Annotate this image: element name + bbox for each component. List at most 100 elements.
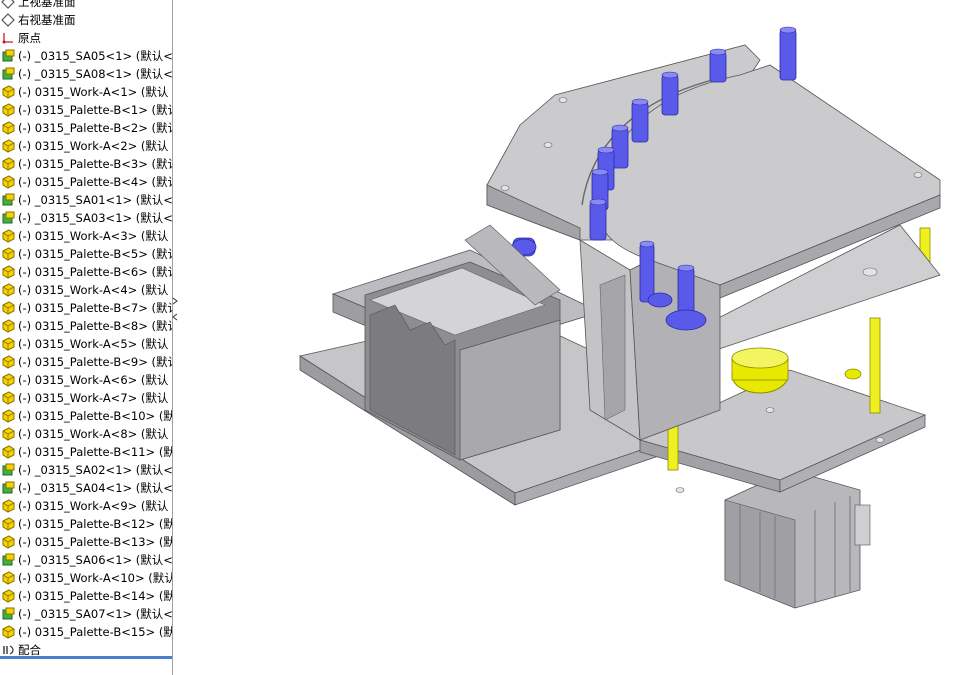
subassembly-icon <box>2 553 15 566</box>
part-icon <box>2 391 15 405</box>
tree-item-label: 右视基准面 <box>18 13 76 27</box>
tree-item[interactable]: (-) 0315_Work-A<4> (默认 <box>0 281 172 299</box>
tree-item-label: (-) _0315_SA08<1> (默认<默 <box>18 67 172 81</box>
tree-item[interactable]: (-) 0315_Palette-B<8> (默认 <box>0 317 172 335</box>
tree-item-label: (-) 0315_Palette-B<10> (默 <box>18 409 172 423</box>
assembly-model-view[interactable] <box>178 0 958 675</box>
tree-item-label: (-) 0315_Palette-B<4> (默认 <box>18 175 172 189</box>
tree-item-label: (-) _0315_SA06<1> (默认<默 <box>18 553 172 567</box>
tree-item[interactable]: (-) 0315_Work-A<1> (默认 <box>0 83 172 101</box>
tree-item-label: (-) 0315_Palette-B<1> (默认 <box>18 103 172 117</box>
feature-tree: 上视基准面右视基准面原点 (-) _0315_SA05<1> (默认<默 (-) _… <box>0 0 173 675</box>
subassembly-icon <box>2 607 15 620</box>
tree-item[interactable]: (-) 0315_Work-A<2> (默认 <box>0 137 172 155</box>
mates-icon <box>3 645 14 655</box>
tree-item[interactable]: (-) 0315_Palette-B<13> (默 <box>0 533 172 551</box>
part-icon <box>2 337 15 351</box>
tree-item[interactable]: (-) 0315_Palette-B<12> (默 <box>0 515 172 533</box>
tree-item-label: (-) _0315_SA01<1> (默认<默 <box>18 193 172 207</box>
part-icon <box>2 373 15 387</box>
tree-item[interactable]: (-) 0315_Palette-B<5> (默认 <box>0 245 172 263</box>
tree-item[interactable]: (-) 0315_Work-A<6> (默认 <box>0 371 172 389</box>
tree-item-label: (-) 0315_Work-A<9> (默认 <box>18 499 169 513</box>
tree-item[interactable]: (-) 0315_Palette-B<10> (默 <box>0 407 172 425</box>
plane-icon <box>1 0 15 9</box>
tree-item[interactable]: (-) 0315_Work-A<10> (默认 <box>0 569 172 587</box>
tree-item-label: (-) _0315_SA02<1> (默认<默 <box>18 463 172 477</box>
tree-item[interactable]: (-) 0315_Palette-B<3> (默认 <box>0 155 172 173</box>
tree-item[interactable]: (-) 0315_Palette-B<14> (默 <box>0 587 172 605</box>
tree-item-label: (-) 0315_Work-A<1> (默认 <box>18 85 169 99</box>
tree-item-label: (-) 0315_Palette-B<12> (默 <box>18 517 172 531</box>
part-icon <box>2 139 15 153</box>
part-icon <box>2 301 15 315</box>
part-icon <box>2 427 15 441</box>
tree-item[interactable]: (-) _0315_SA03<1> (默认<默 <box>0 209 172 227</box>
part-icon <box>2 229 15 243</box>
tree-item-label: (-) _0315_SA07<1> (默认<默 <box>18 607 172 621</box>
part-icon <box>2 589 15 603</box>
part-icon <box>2 409 15 423</box>
tree-item-label: (-) 0315_Palette-B<9> (默认 <box>18 355 172 369</box>
tree-item[interactable]: 原点 <box>0 29 172 47</box>
tree-item-label: (-) 0315_Palette-B<8> (默认 <box>18 319 172 333</box>
tree-item-label: (-) 0315_Work-A<2> (默认 <box>18 139 169 153</box>
part-icon <box>2 355 15 369</box>
tree-item[interactable]: (-) _0315_SA01<1> (默认<默 <box>0 191 172 209</box>
tree-item-label: (-) 0315_Work-A<5> (默认 <box>18 337 169 351</box>
tree-item[interactable]: (-) _0315_SA04<1> (默认<默 <box>0 479 172 497</box>
tree-item-label: (-) 0315_Palette-B<3> (默认 <box>18 157 172 171</box>
part-icon <box>2 265 15 279</box>
subassembly-icon <box>2 211 15 224</box>
tree-item-label: (-) _0315_SA04<1> (默认<默 <box>18 481 172 495</box>
tree-item-label: (-) 0315_Work-A<6> (默认 <box>18 373 169 387</box>
tree-item[interactable]: (-) 0315_Palette-B<2> (默认 <box>0 119 172 137</box>
tree-item-label: (-) 0315_Work-A<10> (默认 <box>18 571 172 585</box>
tree-item-label: (-) _0315_SA03<1> (默认<默 <box>18 211 172 225</box>
tree-item[interactable]: (-) _0315_SA06<1> (默认<默 <box>0 551 172 569</box>
tree-item-label: 上视基准面 <box>18 0 76 9</box>
tree-item[interactable]: (-) 0315_Work-A<5> (默认 <box>0 335 172 353</box>
part-icon <box>2 625 15 639</box>
tree-item[interactable]: (-) _0315_SA08<1> (默认<默 <box>0 65 172 83</box>
tree-item[interactable]: (-) 0315_Palette-B<15> (默 <box>0 623 172 641</box>
subassembly-icon <box>2 67 15 80</box>
part-icon <box>2 157 15 171</box>
tree-item-label: (-) _0315_SA05<1> (默认<默 <box>18 49 172 63</box>
tree-item[interactable]: (-) 0315_Palette-B<9> (默认 <box>0 353 172 371</box>
tree-item-label: (-) 0315_Palette-B<5> (默认 <box>18 247 172 261</box>
subassembly-icon <box>2 463 15 476</box>
tree-item[interactable]: (-) 0315_Palette-B<4> (默认 <box>0 173 172 191</box>
tree-item-label: (-) 0315_Palette-B<14> (默 <box>18 589 172 603</box>
tree-item-label: (-) 0315_Palette-B<2> (默认 <box>18 121 172 135</box>
part-icon <box>2 535 15 549</box>
part-icon <box>2 499 15 513</box>
tree-item[interactable]: (-) 0315_Palette-B<11> (默 <box>0 443 172 461</box>
part-icon <box>2 85 15 99</box>
tree-item[interactable]: (-) 0315_Palette-B<7> (默认 <box>0 299 172 317</box>
subassembly-icon <box>2 49 15 62</box>
subassembly-icon <box>2 481 15 494</box>
plane-icon <box>1 13 15 27</box>
tree-item-label: (-) 0315_Palette-B<7> (默认 <box>18 301 172 315</box>
tree-item-label: (-) 0315_Work-A<3> (默认 <box>18 229 169 243</box>
tree-item[interactable]: 右视基准面 <box>0 11 172 29</box>
part-icon <box>2 445 15 459</box>
tree-item[interactable]: (-) 0315_Work-A<9> (默认 <box>0 497 172 515</box>
tree-item-label: 原点 <box>18 31 41 45</box>
tree-bottom-border <box>0 656 172 659</box>
part-icon <box>2 319 15 333</box>
tree-item[interactable]: 上视基准面 <box>0 0 172 11</box>
tree-item[interactable]: (-) _0315_SA02<1> (默认<默 <box>0 461 172 479</box>
part-icon <box>2 571 15 585</box>
tree-item-label: (-) 0315_Palette-B<13> (默 <box>18 535 172 549</box>
tree-item[interactable]: (-) 0315_Palette-B<1> (默认 <box>0 101 172 119</box>
tree-item[interactable]: (-) 0315_Work-A<3> (默认 <box>0 227 172 245</box>
tree-item[interactable]: (-) 0315_Work-A<8> (默认 <box>0 425 172 443</box>
tree-item[interactable]: (-) 0315_Work-A<7> (默认 <box>0 389 172 407</box>
tree-item[interactable]: (-) _0315_SA05<1> (默认<默 <box>0 47 172 65</box>
tree-item[interactable]: (-) 0315_Palette-B<6> (默认 <box>0 263 172 281</box>
subassembly-icon <box>2 193 15 206</box>
tree-item[interactable]: (-) _0315_SA07<1> (默认<默 <box>0 605 172 623</box>
part-icon <box>2 283 15 297</box>
